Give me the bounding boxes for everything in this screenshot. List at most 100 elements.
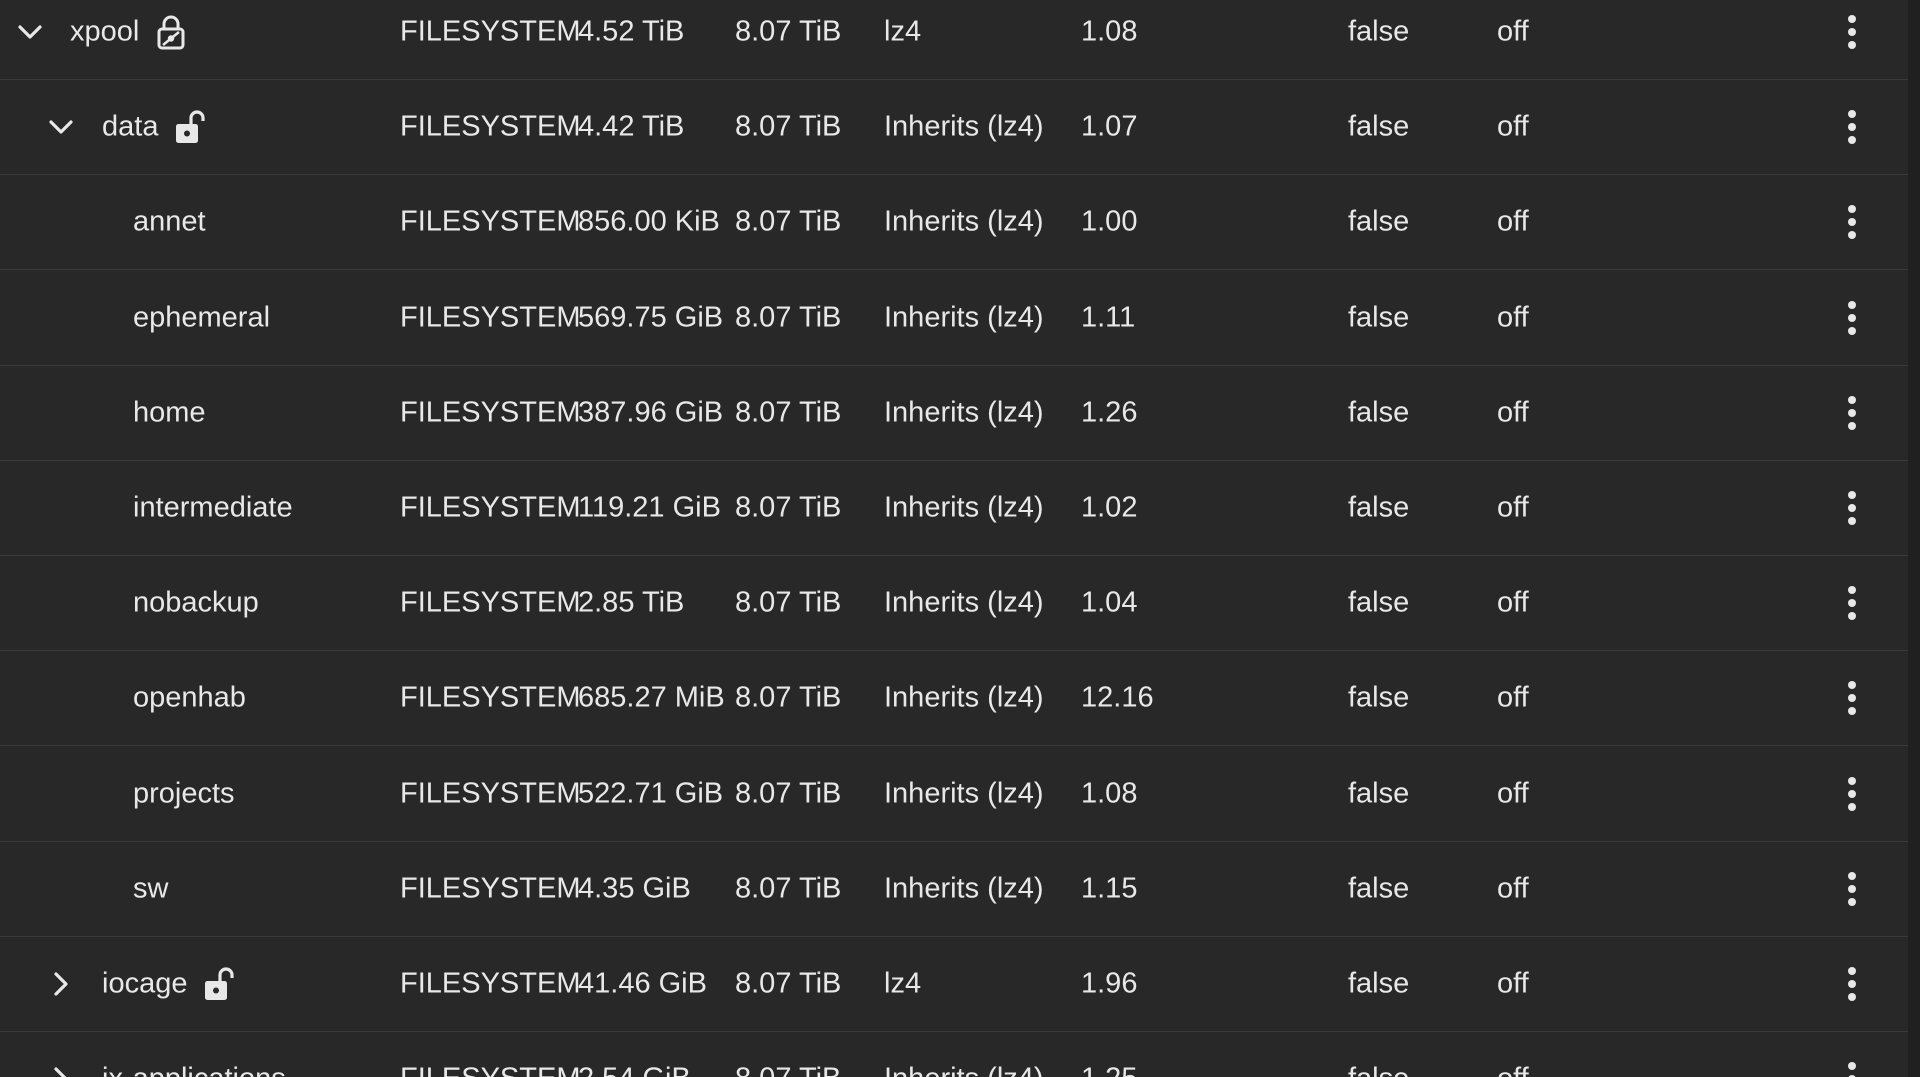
compression: Inherits (lz4) bbox=[884, 110, 1044, 143]
dataset-type: FILESYSTEM bbox=[400, 967, 581, 1000]
used-space: 41.46 GiB bbox=[578, 967, 707, 1000]
readonly: false bbox=[1348, 491, 1410, 524]
more-vert-icon[interactable] bbox=[1840, 774, 1864, 814]
dataset-type: FILESYSTEM bbox=[400, 681, 581, 714]
deduplication: off bbox=[1497, 681, 1529, 714]
available-space: 8.07 TiB bbox=[735, 301, 842, 334]
table-row-ephemeral[interactable]: ephemeral FILESYSTEM 569.75 GiB 8.07 TiB… bbox=[0, 271, 1908, 366]
table-row-projects[interactable]: projects FILESYSTEM 522.71 GiB 8.07 TiB … bbox=[0, 747, 1908, 842]
readonly: false bbox=[1348, 967, 1410, 1000]
readonly: false bbox=[1348, 396, 1410, 429]
dataset-type: FILESYSTEM bbox=[400, 777, 581, 810]
table-row-data[interactable]: data FILESYSTEM 4.42 TiB 8.07 TiB Inheri… bbox=[0, 80, 1908, 176]
compression-ratio: 1.04 bbox=[1081, 586, 1138, 619]
more-vert-icon[interactable] bbox=[1840, 583, 1864, 623]
more-vert-icon[interactable] bbox=[1840, 202, 1864, 242]
lock-open-icon bbox=[174, 109, 206, 145]
used-space: 2.85 TiB bbox=[578, 586, 685, 619]
more-vert-icon[interactable] bbox=[1840, 488, 1864, 528]
table-row-ix-applications[interactable]: ix-applications FILESYSTEM 2.54 GiB 8.07… bbox=[0, 1032, 1908, 1077]
dataset-name: data bbox=[102, 110, 159, 143]
used-space: 569.75 GiB bbox=[578, 301, 724, 334]
dataset-name: home bbox=[133, 396, 206, 429]
table-row-intermediate[interactable]: intermediate FILESYSTEM 119.21 GiB 8.07 … bbox=[0, 461, 1908, 556]
dataset-name: annet bbox=[133, 205, 206, 238]
lock-open-icon bbox=[203, 966, 235, 1002]
compression-ratio: 1.02 bbox=[1081, 491, 1138, 524]
dataset-type: FILESYSTEM bbox=[400, 301, 581, 334]
available-space: 8.07 TiB bbox=[735, 491, 842, 524]
more-vert-icon[interactable] bbox=[1840, 1059, 1864, 1077]
dataset-type: FILESYSTEM bbox=[400, 872, 581, 905]
dataset-name: xpool bbox=[70, 15, 140, 48]
table-row-sw[interactable]: sw FILESYSTEM 4.35 GiB 8.07 TiB Inherits… bbox=[0, 842, 1908, 937]
compression: lz4 bbox=[884, 15, 922, 48]
chevron-down-icon[interactable] bbox=[13, 15, 47, 49]
more-vert-icon[interactable] bbox=[1840, 298, 1864, 338]
more-vert-icon[interactable] bbox=[1840, 107, 1864, 147]
deduplication: off bbox=[1497, 586, 1529, 619]
compression: Inherits (lz4) bbox=[884, 396, 1044, 429]
more-vert-icon[interactable] bbox=[1840, 393, 1864, 433]
compression: Inherits (lz4) bbox=[884, 872, 1044, 905]
more-vert-icon[interactable] bbox=[1840, 869, 1864, 909]
readonly: false bbox=[1348, 110, 1410, 143]
readonly: false bbox=[1348, 681, 1410, 714]
readonly: false bbox=[1348, 205, 1410, 238]
more-vert-icon[interactable] bbox=[1840, 964, 1864, 1004]
compression-ratio: 1.08 bbox=[1081, 15, 1138, 48]
deduplication: off bbox=[1497, 110, 1529, 143]
chevron-right-icon[interactable] bbox=[44, 967, 78, 1001]
dataset-name: nobackup bbox=[133, 586, 259, 619]
compression: Inherits (lz4) bbox=[884, 1064, 1044, 1077]
available-space: 8.07 TiB bbox=[735, 586, 842, 619]
table-row-iocage[interactable]: iocage FILESYSTEM 41.46 GiB 8.07 TiB lz4… bbox=[0, 937, 1908, 1032]
dataset-name: iocage bbox=[102, 967, 188, 1000]
more-vert-icon[interactable] bbox=[1840, 678, 1864, 718]
available-space: 8.07 TiB bbox=[735, 872, 842, 905]
deduplication: off bbox=[1497, 872, 1529, 905]
scrollbar[interactable] bbox=[1908, 0, 1920, 1077]
readonly: false bbox=[1348, 777, 1410, 810]
dataset-name: projects bbox=[133, 777, 235, 810]
deduplication: off bbox=[1497, 396, 1529, 429]
available-space: 8.07 TiB bbox=[735, 1064, 841, 1077]
compression: Inherits (lz4) bbox=[884, 777, 1044, 810]
compression: Inherits (lz4) bbox=[884, 586, 1044, 619]
dataset-name: openhab bbox=[133, 681, 246, 714]
used-space: 387.96 GiB bbox=[578, 396, 724, 429]
lock-closed-icon bbox=[155, 14, 187, 50]
table-row-home[interactable]: home FILESYSTEM 387.96 GiB 8.07 TiB Inhe… bbox=[0, 366, 1908, 461]
available-space: 8.07 TiB bbox=[735, 967, 842, 1000]
chevron-down-icon[interactable] bbox=[44, 110, 78, 144]
used-space: 119.21 GiB bbox=[578, 491, 721, 524]
compression-ratio: 1.07 bbox=[1081, 110, 1138, 143]
available-space: 8.07 TiB bbox=[735, 681, 842, 714]
table-row-annet[interactable]: annet FILESYSTEM 856.00 KiB 8.07 TiB Inh… bbox=[0, 175, 1908, 271]
dataset-name: sw bbox=[133, 872, 169, 905]
dataset-type: FILESYSTEM bbox=[400, 586, 581, 619]
used-space: 4.52 TiB bbox=[578, 15, 685, 48]
used-space: 856.00 KiB bbox=[578, 205, 720, 238]
dataset-name: intermediate bbox=[133, 491, 293, 524]
table-row-openhab[interactable]: openhab FILESYSTEM 685.27 MiB 8.07 TiB I… bbox=[0, 651, 1908, 747]
table-row-nobackup[interactable]: nobackup FILESYSTEM 2.85 TiB 8.07 TiB In… bbox=[0, 556, 1908, 652]
readonly: false bbox=[1348, 1064, 1409, 1077]
used-space: 685.27 MiB bbox=[578, 681, 725, 714]
compression: Inherits (lz4) bbox=[884, 681, 1044, 714]
chevron-right-icon[interactable] bbox=[44, 1062, 78, 1077]
used-space: 522.71 GiB bbox=[578, 777, 724, 810]
dataset-table: xpool FILESYSTEM 4.52 TiB 8.07 TiB lz4 1… bbox=[0, 0, 1908, 1077]
compression-ratio: 1.00 bbox=[1081, 205, 1138, 238]
compression-ratio: 1.96 bbox=[1081, 967, 1138, 1000]
available-space: 8.07 TiB bbox=[735, 396, 842, 429]
compression-ratio: 1.25 bbox=[1081, 1064, 1137, 1077]
compression-ratio: 1.08 bbox=[1081, 777, 1138, 810]
deduplication: off bbox=[1497, 301, 1529, 334]
table-row-xpool[interactable]: xpool FILESYSTEM 4.52 TiB 8.07 TiB lz4 1… bbox=[0, 0, 1908, 80]
compression-ratio: 1.11 bbox=[1081, 301, 1136, 334]
compression: Inherits (lz4) bbox=[884, 301, 1044, 334]
dataset-type: FILESYSTEM bbox=[400, 491, 581, 524]
more-vert-icon[interactable] bbox=[1840, 12, 1864, 52]
available-space: 8.07 TiB bbox=[735, 205, 842, 238]
